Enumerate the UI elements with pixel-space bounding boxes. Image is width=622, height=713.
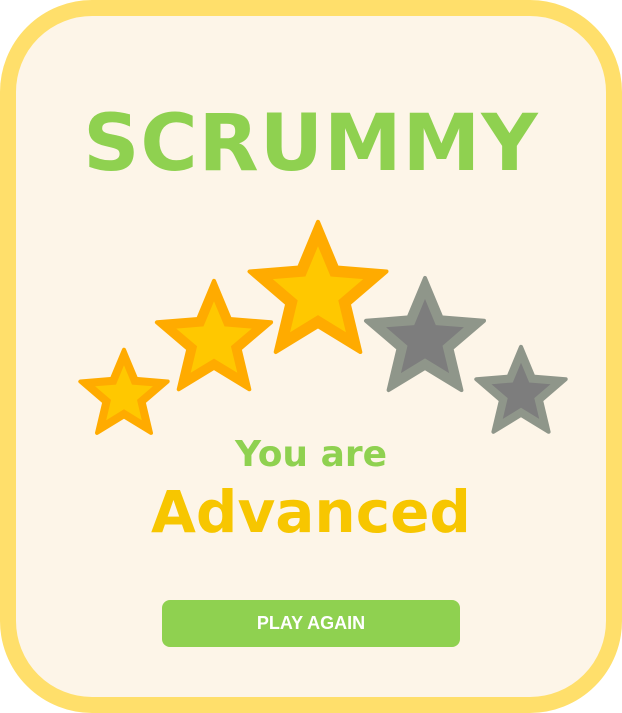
star-filled-icon (78, 347, 170, 435)
star-filled-icon (154, 278, 274, 392)
star-filled-icon (247, 219, 389, 354)
star-empty-icon (364, 276, 486, 393)
star-empty-icon (474, 344, 568, 434)
result-level: Advanced (151, 478, 471, 546)
play-again-button[interactable]: PLAY AGAIN (162, 600, 460, 647)
result-prefix: You are (234, 434, 388, 475)
